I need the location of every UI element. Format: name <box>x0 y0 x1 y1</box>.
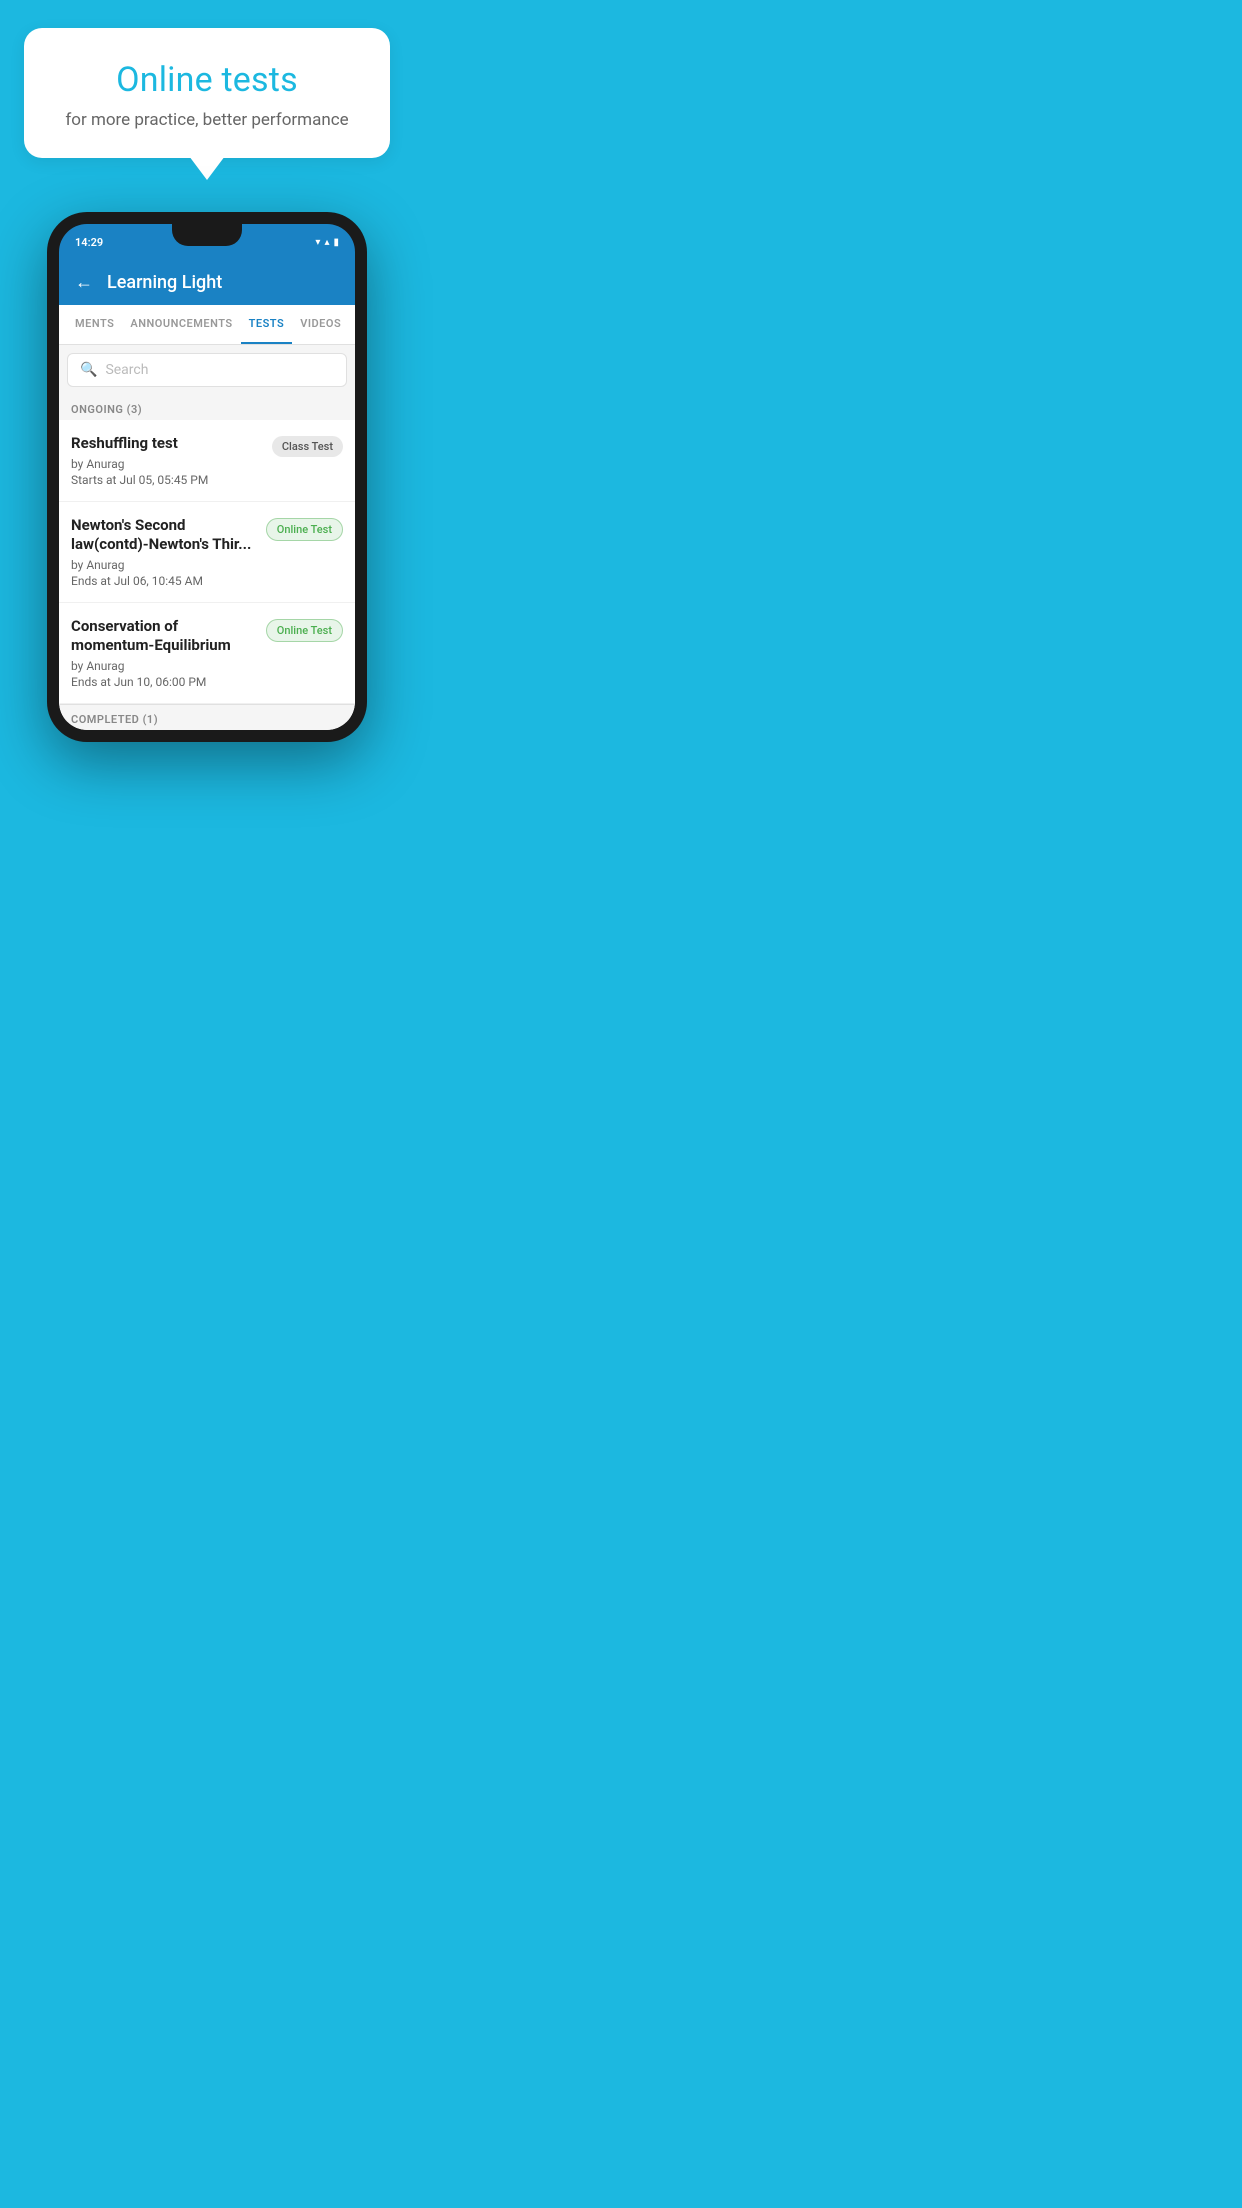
test-by: by Anurag <box>71 558 256 572</box>
test-by: by Anurag <box>71 659 256 673</box>
search-icon: 🔍 <box>80 362 97 378</box>
ongoing-section-header: ONGOING (3) <box>59 395 355 420</box>
test-badge-online-2: Online Test <box>266 619 343 642</box>
tab-ments[interactable]: MENTS <box>67 305 122 344</box>
test-date: Ends at Jul 06, 10:45 AM <box>71 574 256 588</box>
tab-announcements[interactable]: ANNOUNCEMENTS <box>122 305 240 344</box>
test-name: Reshuffling test <box>71 434 262 454</box>
list-item[interactable]: Conservation of momentum-Equilibrium by … <box>59 603 355 704</box>
tabs-bar: MENTS ANNOUNCEMENTS TESTS VIDEOS <box>59 305 355 345</box>
bubble-title: Online tests <box>52 60 362 100</box>
test-info: Reshuffling test by Anurag Starts at Jul… <box>71 434 272 487</box>
signal-icon: ▴ <box>324 237 329 248</box>
test-by: by Anurag <box>71 457 262 471</box>
app-bar: ← Learning Light <box>59 260 355 305</box>
test-name: Conservation of momentum-Equilibrium <box>71 617 256 656</box>
app-title: Learning Light <box>107 272 222 293</box>
test-badge-class: Class Test <box>272 436 343 457</box>
test-badge-online: Online Test <box>266 518 343 541</box>
speech-bubble: Online tests for more practice, better p… <box>24 28 390 158</box>
test-date: Starts at Jul 05, 05:45 PM <box>71 473 262 487</box>
list-item[interactable]: Newton's Second law(contd)-Newton's Thir… <box>59 502 355 603</box>
phone-frame: 14:29 ▾ ▴ ▮ ← Learning Light MENTS ANNOU… <box>47 212 367 742</box>
list-item[interactable]: Reshuffling test by Anurag Starts at Jul… <box>59 420 355 502</box>
test-info: Conservation of momentum-Equilibrium by … <box>71 617 266 689</box>
test-name: Newton's Second law(contd)-Newton's Thir… <box>71 516 256 555</box>
back-button[interactable]: ← <box>75 272 93 293</box>
tab-tests[interactable]: TESTS <box>241 305 293 344</box>
test-info: Newton's Second law(contd)-Newton's Thir… <box>71 516 266 588</box>
phone-content: 🔍 Search ONGOING (3) Reshuffling test by… <box>59 345 355 730</box>
search-bar[interactable]: 🔍 Search <box>67 353 347 387</box>
status-time: 14:29 <box>75 236 103 249</box>
test-date: Ends at Jun 10, 06:00 PM <box>71 675 256 689</box>
speech-bubble-section: Online tests for more practice, better p… <box>0 0 414 158</box>
wifi-icon: ▾ <box>315 237 320 248</box>
search-input[interactable]: Search <box>105 362 148 378</box>
bubble-subtitle: for more practice, better performance <box>52 110 362 130</box>
status-bar: 14:29 ▾ ▴ ▮ <box>59 224 355 260</box>
test-list: Reshuffling test by Anurag Starts at Jul… <box>59 420 355 704</box>
completed-section-header: COMPLETED (1) <box>59 704 355 730</box>
tab-videos[interactable]: VIDEOS <box>292 305 349 344</box>
status-icons: ▾ ▴ ▮ <box>315 237 339 248</box>
phone-notch <box>172 224 242 246</box>
battery-icon: ▮ <box>333 237 339 248</box>
